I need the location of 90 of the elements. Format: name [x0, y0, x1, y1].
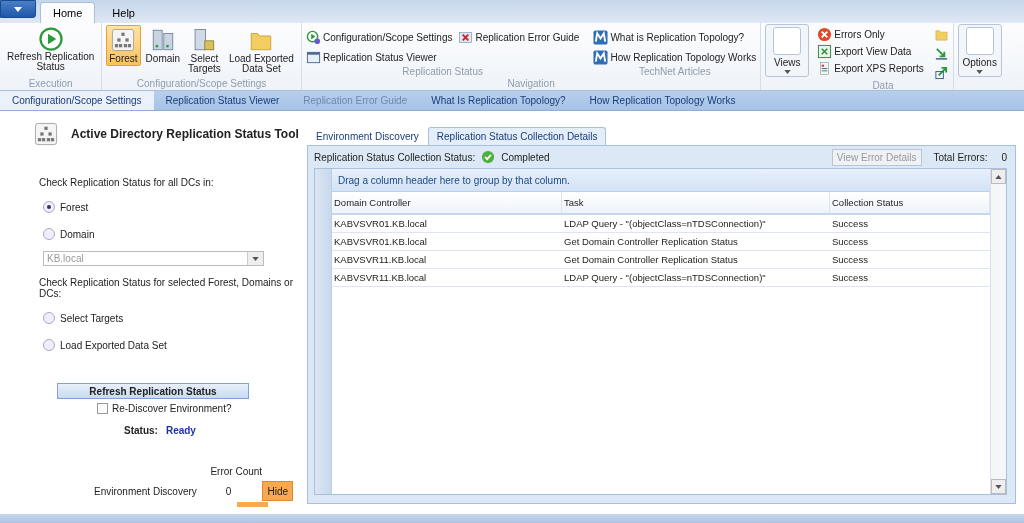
radio-option[interactable]: Forest	[43, 201, 305, 213]
group-by-panel: Drag a column header here to group by that column.	[332, 169, 990, 192]
table-cell-text: LDAP Query - "(objectClass=nTDSConnection)"	[563, 217, 767, 231]
scrollbar[interactable]	[990, 169, 1006, 494]
table-cell-text: Success	[831, 271, 869, 285]
radio-button[interactable]	[43, 201, 55, 213]
panel-tab[interactable]: Replication Status Collection Details	[427, 127, 607, 145]
play-gear-icon	[305, 29, 321, 45]
subgroup-label: Replication Status	[401, 66, 484, 78]
dropdown-button[interactable]: Views	[765, 24, 810, 77]
table-cell-text: KABVSVR01.KB.local	[333, 235, 428, 249]
dropdown-button[interactable]: Options	[957, 24, 1002, 77]
total-errors-label: Total Errors:	[933, 151, 988, 163]
ribbon-link[interactable]: Export View Data	[817, 44, 924, 59]
export-arrow-icon	[933, 65, 949, 80]
subgroup-label: TechNet Articles	[637, 66, 712, 78]
status-value: Completed	[501, 151, 550, 163]
column-header[interactable]: Domain Controller	[332, 192, 562, 213]
status-value: Ready	[165, 425, 196, 436]
group-label: Configuration/Scope Settings	[135, 78, 268, 90]
radio-option[interactable]: Domain	[43, 228, 305, 240]
table-cell-text: LDAP Query - "(objectClass=nTDSConnection)"	[563, 271, 767, 285]
hide-button[interactable]: Hide	[262, 481, 294, 501]
group-label: Data	[871, 80, 895, 92]
folder-icon	[933, 27, 949, 42]
caret-icon	[976, 70, 984, 74]
error-icon	[817, 27, 833, 42]
play-icon	[38, 27, 63, 51]
radio-button[interactable]	[43, 339, 55, 351]
caret-icon	[995, 174, 1002, 179]
table-cell-text: Success	[831, 235, 869, 249]
radio-option[interactable]: Select Targets	[43, 312, 305, 324]
caret-icon	[995, 484, 1002, 489]
window-icon	[305, 49, 321, 65]
ribbon-button[interactable]: Forest	[106, 25, 141, 66]
nav-link[interactable]: What Is Replication Topology?	[419, 91, 578, 110]
app-menu-button[interactable]	[0, 0, 36, 18]
column-header: Error Count	[210, 466, 264, 477]
checkbox[interactable]	[97, 403, 108, 414]
import-arrow-icon	[933, 46, 949, 61]
radio-button[interactable]	[43, 312, 55, 324]
m-logo-icon	[593, 49, 609, 65]
caret-icon	[252, 256, 259, 261]
ribbon-tab[interactable]: Home	[40, 2, 96, 23]
table-cell-text: Get Domain Controller Replication Status	[563, 235, 739, 249]
tree-icon	[110, 27, 137, 53]
refresh-button[interactable]: Refresh Replication Status	[57, 383, 249, 399]
ribbon-link[interactable]: Export XPS Reports	[817, 61, 924, 76]
table-cell-text: Success	[831, 217, 869, 231]
caret-icon	[14, 6, 22, 12]
spreadsheet-icon	[817, 44, 833, 59]
ribbon-button[interactable]: Select Targets	[185, 25, 224, 76]
m-logo-icon	[593, 29, 609, 45]
table-cell-text: KABVSVR11.KB.local	[333, 253, 428, 267]
ribbon-link[interactable]: What is Replication Topology?	[593, 28, 757, 46]
ribbon-button[interactable]: Refresh Replication Status	[4, 25, 98, 74]
nav-link[interactable]: How Replication Topology Works	[577, 91, 748, 110]
status-label: Status:	[124, 425, 158, 436]
ribbon-tab[interactable]: Help	[99, 2, 148, 23]
ribbon-link[interactable]: How Replication Topology Works	[593, 48, 757, 66]
group-label: Execution	[27, 78, 74, 90]
prompt-text: Check Replication Status for selected Forest, Domains or DCs:	[39, 277, 294, 299]
prompt-text: Check Replication Status for all DCs in:	[39, 177, 215, 188]
radio-button[interactable]	[43, 228, 55, 240]
total-errors-value: 0	[1001, 151, 1007, 163]
table-cell-text: Success	[831, 253, 869, 267]
nav-link[interactable]: Replication Status Viewer	[153, 91, 292, 110]
ribbon-link[interactable]: Replication Error Guide	[458, 28, 580, 46]
checkbox-option[interactable]: Re-Discover Environment?	[97, 403, 305, 414]
tool-title: Active Directory Replication Status Tool	[71, 127, 299, 141]
group-label: Navigation	[506, 78, 556, 90]
status-label: Replication Status Collection Status:	[314, 151, 476, 163]
table-cell-text: Get Domain Controller Replication Status	[563, 253, 739, 267]
ribbon-button[interactable]: Domain	[142, 25, 184, 66]
row-label: Environment Discovery	[94, 485, 198, 497]
tree-icon	[33, 121, 59, 147]
panel-tab[interactable]: Environment Discovery	[307, 127, 428, 145]
error-count: 0	[224, 485, 233, 497]
column-header[interactable]: Task	[562, 192, 830, 213]
table-cell-text: KABVSVR01.KB.local	[333, 217, 428, 231]
ribbon-button[interactable]: Load Exported Data Set	[225, 25, 297, 76]
table-cell-text: KABVSVR11.KB.local	[333, 271, 428, 285]
check-icon	[481, 150, 496, 164]
ribbon-link[interactable]: Configuration/Scope Settings	[305, 28, 453, 46]
nav-link[interactable]: Configuration/Scope Settings	[0, 91, 154, 110]
radio-option[interactable]: Load Exported Data Set	[43, 339, 305, 351]
error-document-icon	[458, 29, 474, 45]
caret-icon	[783, 70, 791, 74]
ribbon-link[interactable]: Replication Status Viewer	[305, 48, 453, 66]
ribbon-link[interactable]: Errors Only	[817, 27, 924, 42]
